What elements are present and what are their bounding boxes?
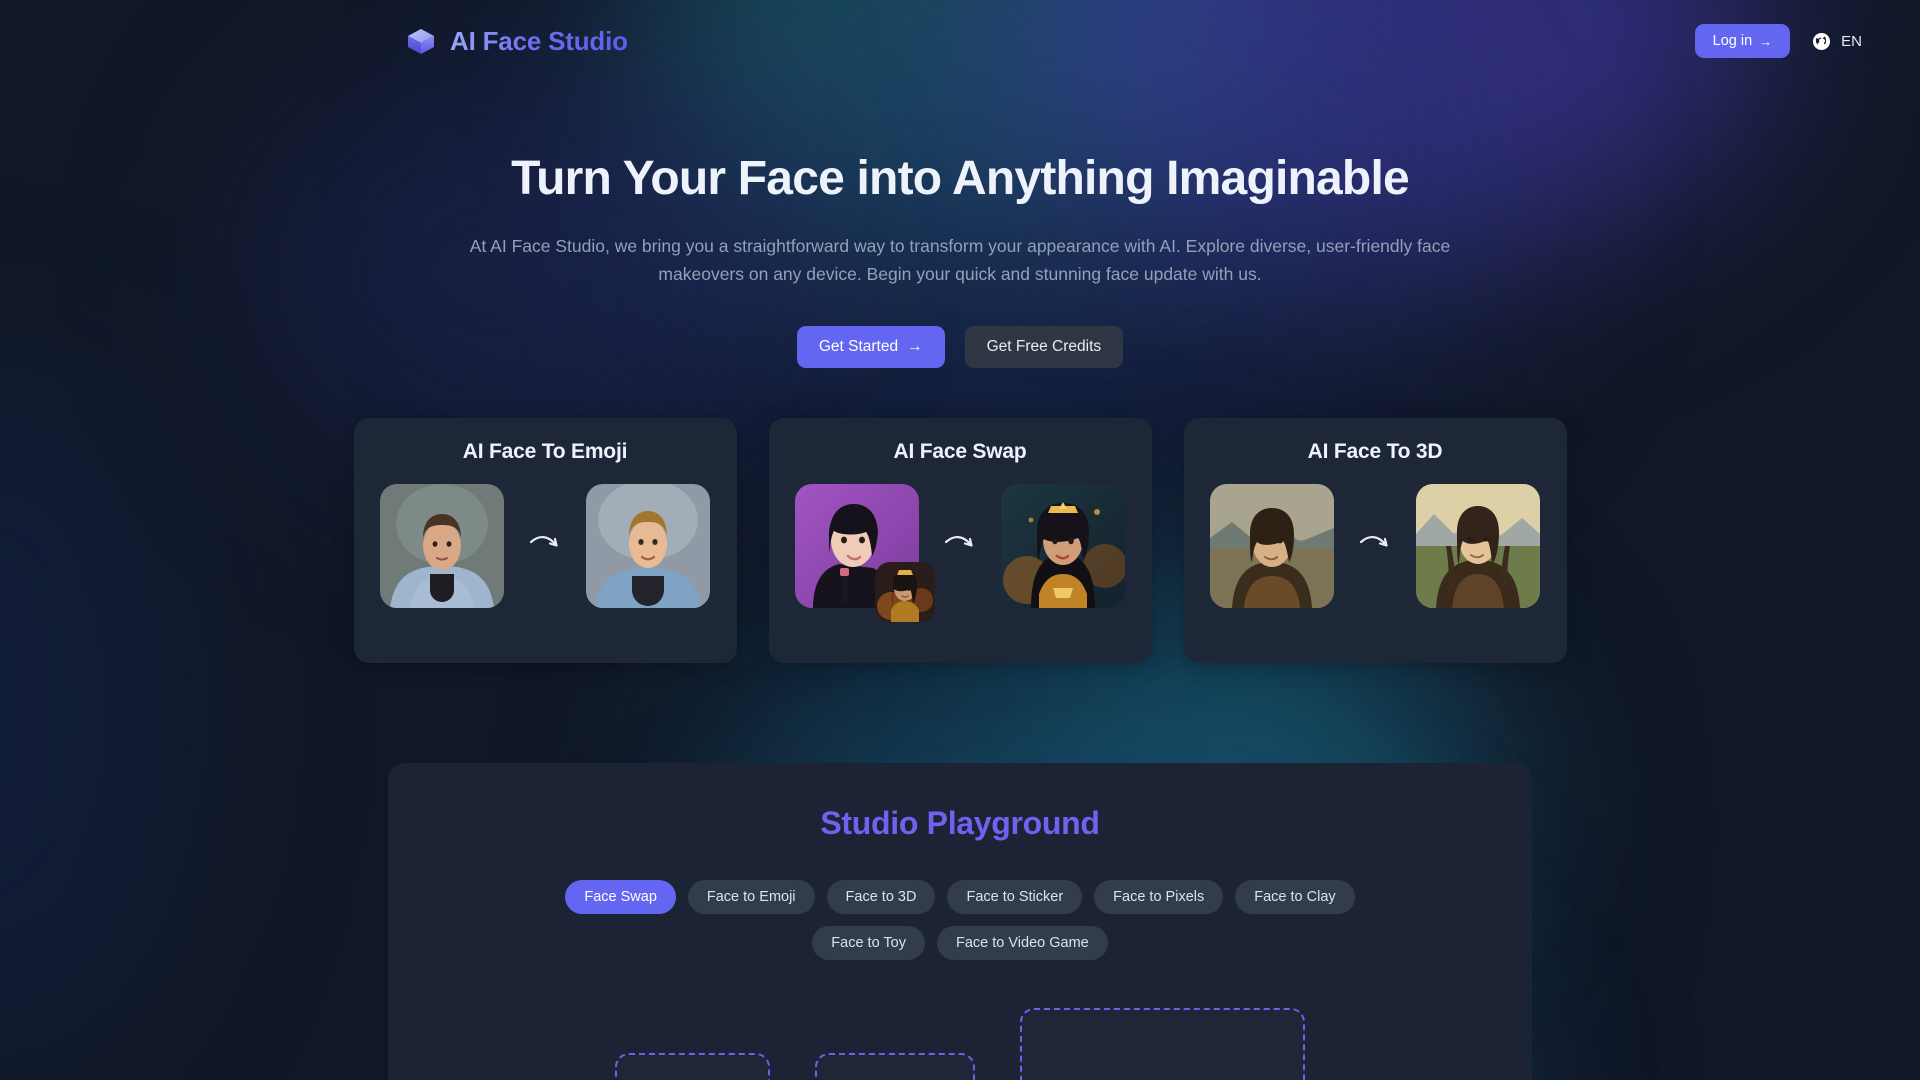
site-header: AI Face Studio Log in → EN xyxy=(0,0,1920,82)
hero-cta-group: Get Started → Get Free Credits xyxy=(0,326,1920,369)
pill-face-to-pixels[interactable]: Face to Pixels xyxy=(1094,880,1224,915)
before-image-face-to-emoji xyxy=(380,484,504,609)
login-button-label: Log in xyxy=(1712,33,1753,49)
feature-card-face-to-emoji[interactable]: AI Face To Emoji xyxy=(353,418,737,664)
cube-icon xyxy=(408,29,434,54)
brand-logo[interactable]: AI Face Studio xyxy=(405,25,628,57)
page-title: Turn Your Face into Anything Imaginable xyxy=(511,152,1410,205)
playground-title: Studio Playground xyxy=(820,805,1100,842)
card-image-pair xyxy=(380,484,710,609)
card-title: AI Face To Emoji xyxy=(462,440,628,464)
pill-face-to-3d[interactable]: Face to 3D xyxy=(826,880,936,915)
card-title: AI Face Swap xyxy=(893,440,1027,464)
after-image-face-to-emoji xyxy=(586,484,710,609)
feature-card-face-to-3d[interactable]: AI Face To 3D xyxy=(1183,418,1567,664)
get-started-button[interactable]: Get Started → xyxy=(796,326,945,369)
login-button[interactable]: Log in → xyxy=(1694,24,1791,58)
hero-section: Turn Your Face into Anything Imaginable … xyxy=(0,82,1920,369)
get-free-credits-button[interactable]: Get Free Credits xyxy=(964,326,1124,369)
pill-face-to-video-game[interactable]: Face to Video Game xyxy=(936,926,1108,961)
pill-face-to-toy[interactable]: Face to Toy xyxy=(812,926,925,961)
feature-card-face-swap[interactable]: AI Face Swap xyxy=(768,418,1152,664)
transform-arrow-icon xyxy=(529,536,558,548)
brand-name: AI Face Studio xyxy=(450,25,628,56)
page-root: AI Face Studio Log in → EN Turn Your Fac… xyxy=(0,0,1920,1080)
studio-playground-panel: Studio Playground Face Swap Face to Emoj… xyxy=(388,763,1532,1080)
feature-cards: AI Face To Emoji AI Face Swap AI Face To… xyxy=(0,418,1920,664)
hero-subtitle: At AI Face Studio, we bring you a straig… xyxy=(469,235,1451,285)
language-switcher[interactable]: EN xyxy=(1812,32,1862,51)
card-image-pair xyxy=(795,484,1125,623)
result-preview-upload[interactable] xyxy=(1020,1008,1305,1080)
card-image-pair xyxy=(1210,484,1540,609)
pill-face-to-sticker[interactable]: Face to Sticker xyxy=(947,880,1083,915)
arrow-right-icon: → xyxy=(907,338,923,356)
upload-dropzone-group xyxy=(388,1008,1532,1080)
globe-icon xyxy=(1813,32,1831,50)
after-image-face-to-3d xyxy=(1416,484,1540,609)
pill-face-to-emoji[interactable]: Face to Emoji xyxy=(687,880,815,915)
source-face-upload[interactable] xyxy=(615,1053,770,1080)
target-face-upload[interactable] xyxy=(815,1053,975,1080)
card-title: AI Face To 3D xyxy=(1307,440,1443,464)
arrow-right-icon: → xyxy=(1759,33,1773,49)
transform-arrow-icon xyxy=(1359,536,1388,548)
get-started-label: Get Started xyxy=(818,338,899,356)
language-label: EN xyxy=(1841,32,1862,50)
playground-filter-pills: Face Swap Face to Emoji Face to 3D Face … xyxy=(388,880,1532,961)
transform-arrow-icon xyxy=(944,536,973,548)
header-actions: Log in → EN xyxy=(1694,24,1862,58)
before-image-face-to-3d xyxy=(1210,484,1334,609)
swap-source-thumbnail xyxy=(875,562,935,623)
after-image-face-swap xyxy=(1001,484,1125,609)
pill-face-swap[interactable]: Face Swap xyxy=(565,880,676,915)
pill-face-to-clay[interactable]: Face to Clay xyxy=(1235,880,1355,915)
